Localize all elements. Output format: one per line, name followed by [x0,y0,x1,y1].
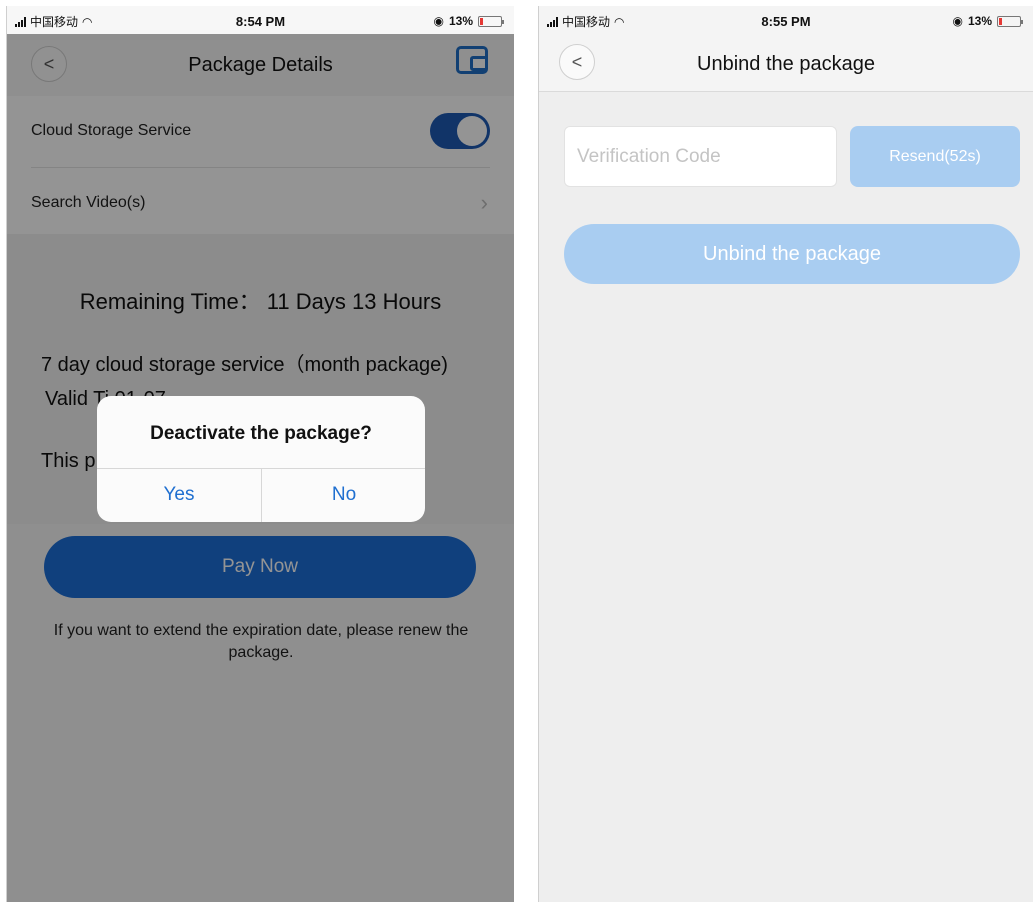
status-bar: 中国移动 ◠ 8:54 PM ◉ 13% [7,6,514,34]
yes-button[interactable]: Yes [97,468,261,522]
unbind-package-button[interactable]: Unbind the package [564,224,1020,284]
resend-button[interactable]: Resend(52s) [850,126,1020,187]
canvas: 中国移动 ◠ 8:54 PM ◉ 13% < Package Details C… [0,0,1033,902]
battery-icon [997,15,1023,27]
status-right: ◉ 13% [952,14,1023,28]
dialog-title: Deactivate the package? [150,423,372,444]
verification-code-input[interactable] [564,126,837,187]
no-button[interactable]: No [262,468,425,522]
package-details-screen: 中国移动 ◠ 8:54 PM ◉ 13% < Package Details C… [6,6,514,902]
battery-icon [478,15,504,27]
battery-percent: 13% [967,14,992,28]
page-title: Unbind the package [697,53,875,75]
alarm-icon: ◉ [433,14,444,28]
status-right: ◉ 13% [433,14,504,28]
unbind-package-screen: 中国移动 ◠ 8:55 PM ◉ 13% < Unbind the packag… [538,6,1033,902]
alarm-icon: ◉ [952,14,963,28]
nav-bar: < Unbind the package [539,34,1033,92]
status-bar: 中国移动 ◠ 8:55 PM ◉ 13% [539,6,1033,34]
battery-percent: 13% [448,14,473,28]
deactivate-dialog: Deactivate the package? Yes No [97,396,425,522]
